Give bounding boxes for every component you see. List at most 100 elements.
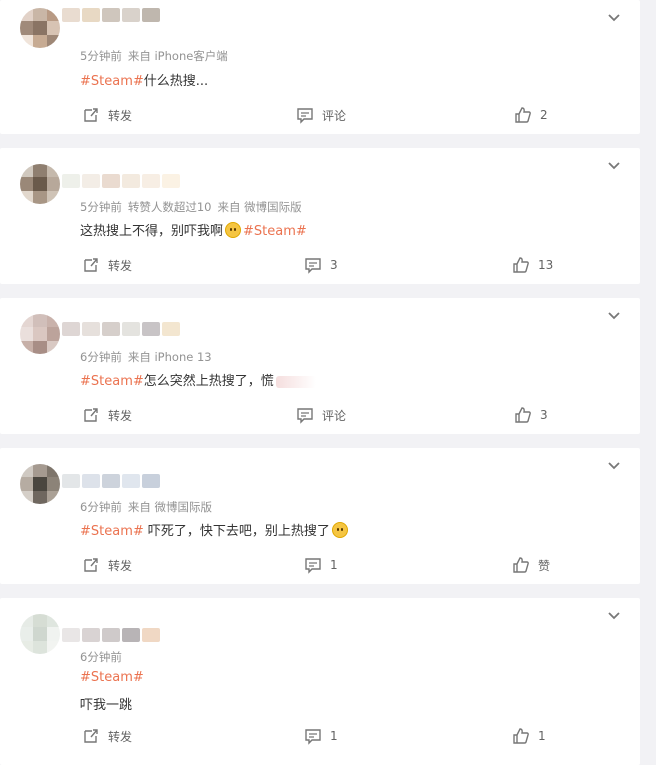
comment-label: 评论 — [322, 408, 347, 423]
repost-button[interactable]: 转发 — [82, 556, 132, 574]
post-content: #Steam#怎么突然上热搜了，慌 — [80, 370, 316, 389]
post-text-line: 吓我一跳 — [80, 694, 132, 713]
repost-button[interactable]: 转发 — [82, 106, 132, 124]
avatar[interactable] — [20, 314, 60, 354]
like-count: 13 — [538, 258, 554, 272]
username-blurred[interactable] — [62, 474, 160, 492]
repost-label: 转发 — [108, 408, 133, 423]
post-content: #Steam# 吓死了，快下去吧，别上热搜了 — [80, 520, 350, 539]
post-card: 6分钟前 #Steam# 吓我一跳 转发 1 1 — [0, 598, 640, 765]
post-time[interactable]: 5分钟前 — [80, 49, 122, 63]
repost-button[interactable]: 转发 — [82, 256, 132, 274]
chevron-down-icon[interactable] — [606, 608, 622, 624]
post-card: 6分钟前 来自 iPhone 13 #Steam#怎么突然上热搜了，慌 转发 评论… — [0, 298, 640, 434]
post-meta: 5分钟前 来自 iPhone客户端 — [80, 48, 228, 64]
comment-button[interactable]: 评论 — [296, 406, 346, 424]
post-text: 吓死了，快下去吧，别上热搜了 — [143, 524, 330, 539]
username-blurred[interactable] — [62, 8, 160, 26]
post-source: 来自 iPhone 13 — [127, 350, 212, 364]
like-button[interactable]: 2 — [514, 106, 548, 124]
like-button[interactable]: 赞 — [512, 556, 550, 574]
post-content: #Steam# — [80, 670, 144, 685]
repost-icon — [84, 258, 98, 272]
chevron-down-icon[interactable] — [606, 308, 622, 324]
comment-icon — [305, 729, 321, 745]
repost-icon — [84, 108, 98, 122]
action-bar: 转发 评论 3 — [0, 400, 640, 434]
topic-link[interactable]: #Steam# — [80, 670, 144, 685]
like-count: 2 — [540, 108, 548, 122]
chevron-down-icon[interactable] — [606, 10, 622, 26]
action-bar: 转发 评论 2 — [0, 100, 640, 134]
comment-button[interactable]: 1 — [304, 727, 338, 745]
topic-link[interactable]: #Steam# — [80, 74, 144, 89]
comment-count: 1 — [330, 558, 338, 572]
repost-icon — [84, 558, 98, 572]
comment-label: 评论 — [322, 108, 347, 123]
comment-button[interactable]: 1 — [304, 556, 338, 574]
thumbs-up-icon — [513, 257, 529, 273]
avatar[interactable] — [20, 614, 60, 654]
chevron-down-icon[interactable] — [606, 158, 622, 174]
crying-emoji-icon — [225, 222, 242, 238]
post-meta: 6分钟前 来自 微博国际版 — [80, 499, 212, 515]
repost-icon — [84, 408, 98, 422]
post-meta: 6分钟前 — [80, 649, 122, 665]
repost-button[interactable]: 转发 — [82, 727, 132, 745]
username-blurred[interactable] — [62, 628, 160, 646]
comment-icon — [297, 108, 313, 124]
post-text: 什么热搜... — [143, 74, 209, 89]
post-meta: 5分钟前 转赞人数超过10 来自 微博国际版 — [80, 199, 302, 215]
comment-count: 1 — [330, 729, 338, 743]
topic-link[interactable]: #Steam# — [80, 374, 144, 389]
post-card: 5分钟前 来自 iPhone客户端 #Steam#什么热搜... 转发 评论 2 — [0, 0, 640, 134]
thumbs-up-icon — [515, 407, 531, 423]
comment-icon — [305, 258, 321, 274]
post-time[interactable]: 6分钟前 — [80, 650, 122, 664]
avatar[interactable] — [20, 164, 60, 204]
repost-label: 转发 — [108, 108, 133, 123]
post-meta: 6分钟前 来自 iPhone 13 — [80, 349, 212, 365]
post-source: 来自 微博国际版 — [217, 200, 302, 214]
username-blurred[interactable] — [62, 174, 180, 192]
post-forward-stat: 转赞人数超过10 — [127, 200, 212, 214]
repost-button[interactable]: 转发 — [82, 406, 132, 424]
username-blurred[interactable] — [62, 322, 180, 340]
scared-emoji-icon — [331, 522, 348, 538]
post-card: 6分钟前 来自 微博国际版 #Steam# 吓死了，快下去吧，别上热搜了 转发 1… — [0, 448, 640, 584]
comment-button[interactable]: 评论 — [296, 106, 346, 124]
comment-button[interactable]: 3 — [304, 256, 338, 274]
post-time[interactable]: 6分钟前 — [80, 500, 122, 514]
topic-link[interactable]: #Steam# — [80, 524, 144, 539]
post-text: 怎么突然上热搜了，慌 — [143, 374, 274, 389]
post-text: 吓我一跳 — [80, 698, 133, 713]
comment-count: 3 — [330, 258, 338, 272]
action-bar: 转发 1 赞 — [0, 550, 640, 584]
post-source: 来自 微博国际版 — [127, 500, 212, 514]
repost-label: 转发 — [108, 729, 133, 744]
post-content: #Steam#什么热搜... — [80, 70, 208, 89]
thumbs-up-icon — [513, 728, 529, 744]
blurred-text — [275, 375, 316, 388]
repost-label: 转发 — [108, 558, 133, 573]
repost-icon — [84, 729, 98, 743]
comment-icon — [305, 558, 321, 574]
avatar[interactable] — [20, 8, 60, 48]
thumbs-up-icon — [515, 107, 531, 123]
like-button[interactable]: 3 — [514, 406, 548, 424]
post-source: 来自 iPhone客户端 — [127, 49, 228, 63]
post-time[interactable]: 6分钟前 — [80, 350, 122, 364]
like-count: 3 — [540, 408, 548, 422]
post-text: 这热搜上不得，别吓我啊 — [80, 224, 224, 239]
post-card: 5分钟前 转赞人数超过10 来自 微博国际版 这热搜上不得，别吓我啊 #Steam# … — [0, 148, 640, 284]
like-button[interactable]: 1 — [512, 727, 546, 745]
repost-label: 转发 — [108, 258, 133, 273]
like-label: 赞 — [538, 558, 551, 573]
like-button[interactable]: 13 — [512, 256, 553, 274]
chevron-down-icon[interactable] — [606, 458, 622, 474]
thumbs-up-icon — [513, 557, 529, 573]
comment-icon — [297, 408, 313, 424]
post-time[interactable]: 5分钟前 — [80, 200, 122, 214]
avatar[interactable] — [20, 464, 60, 504]
topic-link[interactable]: #Steam# — [243, 224, 307, 239]
